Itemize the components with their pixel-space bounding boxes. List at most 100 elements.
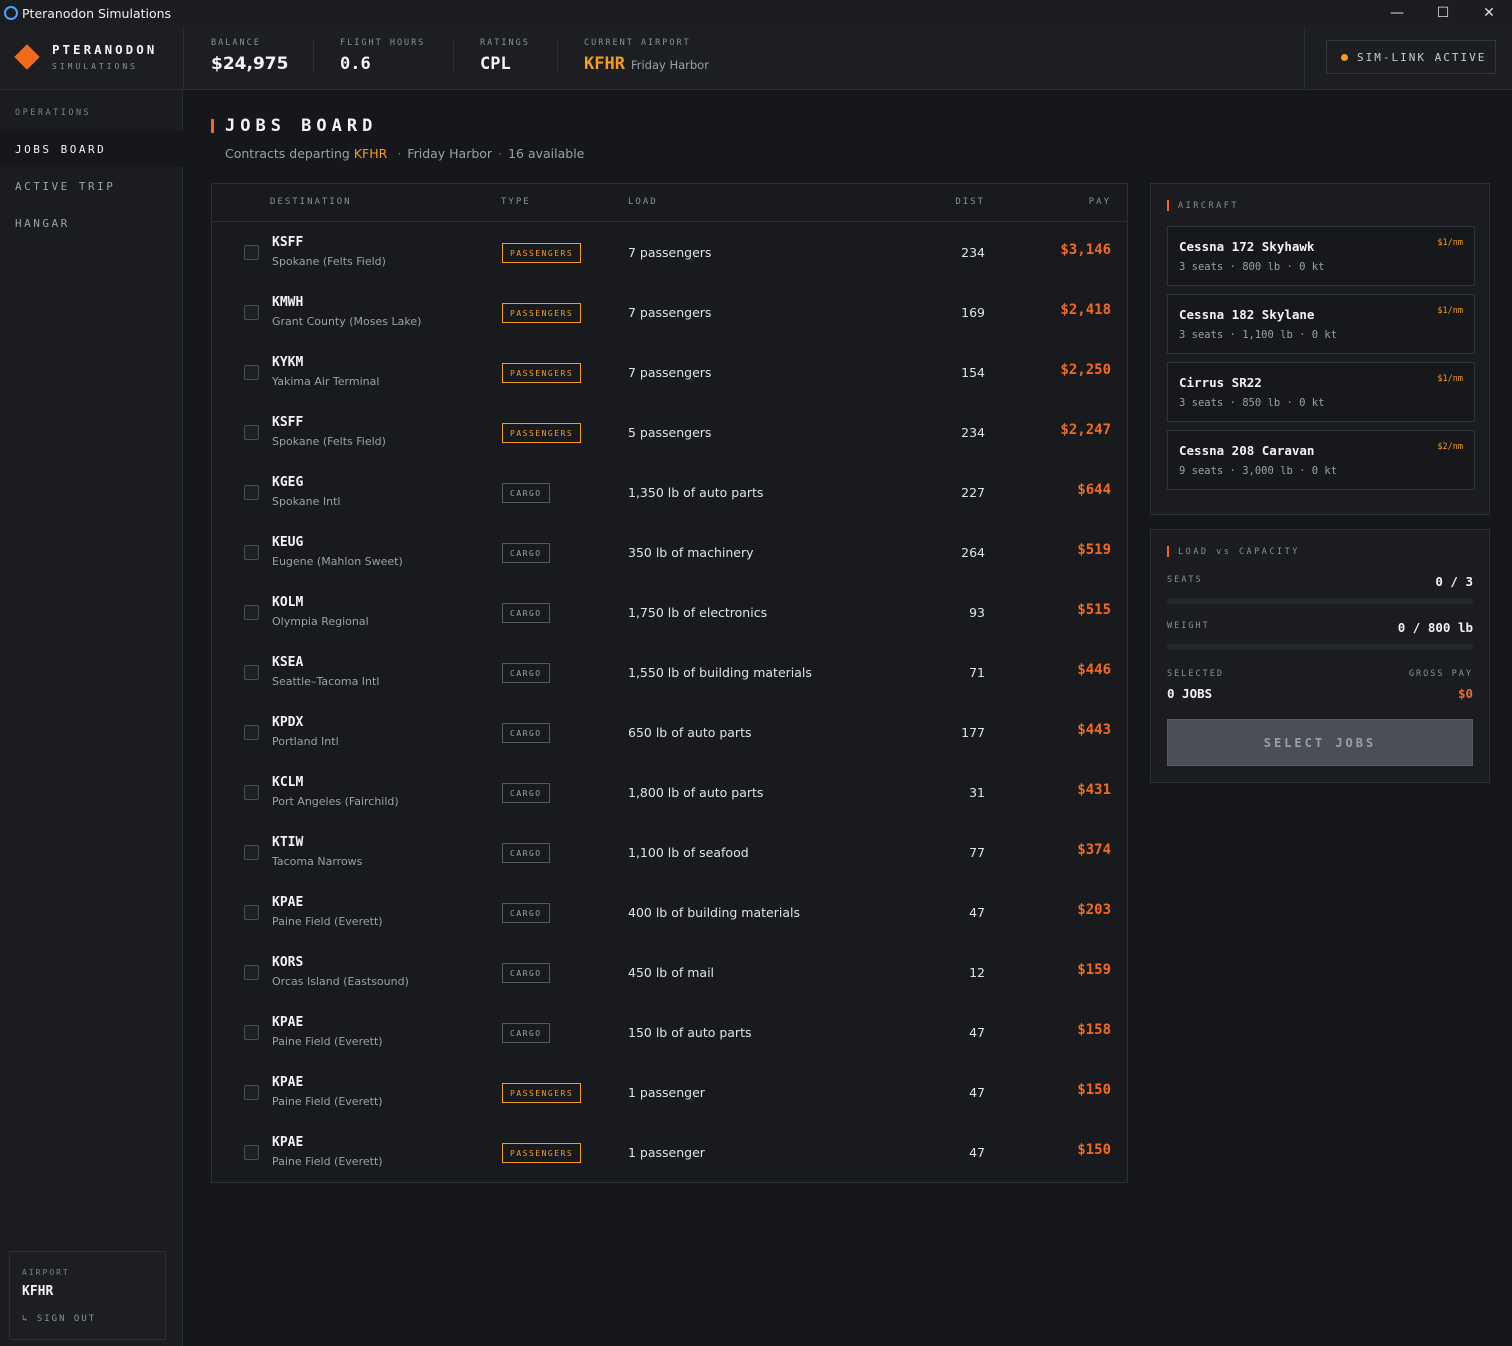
divider — [557, 40, 558, 72]
column-header-pay: PAY — [1088, 197, 1111, 207]
job-checkbox[interactable] — [244, 845, 259, 860]
table-row[interactable]: KSFF Spokane (Felts Field) PASSENGERS 7 pas… — [212, 222, 1127, 282]
brand-sub: SIMULATIONS — [52, 62, 138, 71]
table-row[interactable]: KSFF Spokane (Felts Field) PASSENGERS 5 pas… — [212, 402, 1127, 462]
destination-name: Yakima Air Terminal — [272, 375, 380, 388]
seats-value: 0 / 3 — [1435, 574, 1473, 589]
sidebar-item-hangar[interactable]: HANGAR — [0, 205, 183, 241]
aircraft-rate: $1/nm — [1437, 238, 1463, 248]
divider — [1304, 26, 1305, 90]
destination-code: KORS — [272, 955, 304, 970]
diamond-logo-icon — [14, 44, 40, 70]
destination-name: Spokane Intl — [272, 495, 341, 508]
pay-value: $519 — [1077, 542, 1111, 558]
current-airport-stat: CURRENT AIRPORT KFHR Friday Harbor — [584, 38, 709, 74]
balance-label: BALANCE — [211, 38, 261, 48]
load-description: 150 lb of auto parts — [628, 1025, 752, 1040]
type-badge: CARGO — [502, 483, 550, 503]
distance-value: 47 — [969, 1145, 985, 1160]
job-checkbox[interactable] — [244, 1025, 259, 1040]
distance-value: 227 — [961, 485, 985, 500]
job-checkbox[interactable] — [244, 905, 259, 920]
table-row[interactable]: KPAE Paine Field (Everett) CARGO 150 lb of … — [212, 1002, 1127, 1062]
job-checkbox[interactable] — [244, 665, 259, 680]
sidebar-item-active-trip[interactable]: ACTIVE TRIP — [0, 168, 183, 204]
aircraft-card[interactable]: Cirrus SR22 $1/nm 3 seats · 850 lb · 0 kt — [1167, 362, 1475, 422]
job-checkbox[interactable] — [244, 965, 259, 980]
distance-value: 31 — [969, 785, 985, 800]
table-row[interactable]: KGEG Spokane Intl CARGO 1,350 lb of auto pa… — [212, 462, 1127, 522]
job-checkbox[interactable] — [244, 305, 259, 320]
job-checkbox[interactable] — [244, 725, 259, 740]
type-badge: CARGO — [502, 543, 550, 563]
aircraft-card[interactable]: Cessna 208 Caravan $2/nm 9 seats · 3,000 l… — [1167, 430, 1475, 490]
table-row[interactable]: KPAE Paine Field (Everett) PASSENGERS 1 pas… — [212, 1122, 1127, 1182]
sidebar-item-jobs-board[interactable]: JOBS BOARD — [0, 131, 183, 167]
hours-value: 0.6 — [340, 54, 371, 74]
sidebar-airport-label: AIRPORT — [22, 1268, 70, 1277]
aircraft-title-text: AIRCRAFT — [1178, 200, 1239, 211]
aircraft-card[interactable]: Cessna 182 Skylane $1/nm 3 seats · 1,100 l… — [1167, 294, 1475, 354]
current-airport-value: KFHR Friday Harbor — [584, 54, 709, 74]
select-jobs-button[interactable]: SELECT JOBS — [1167, 719, 1473, 766]
job-checkbox[interactable] — [244, 545, 259, 560]
type-badge: PASSENGERS — [502, 1083, 582, 1103]
job-checkbox[interactable] — [244, 365, 259, 380]
brand-name: PTERANODON — [52, 42, 158, 57]
destination-name: Spokane (Felts Field) — [272, 255, 386, 268]
destination-name: Portland Intl — [272, 735, 339, 748]
pay-value: $2,250 — [1060, 362, 1111, 378]
destination-name: Orcas Island (Eastsound) — [272, 975, 409, 988]
table-row[interactable]: KPAE Paine Field (Everett) PASSENGERS 1 pas… — [212, 1062, 1127, 1122]
table-row[interactable]: KEUG Eugene (Mahlon Sweet) CARGO 350 lb of … — [212, 522, 1127, 582]
aircraft-panel: AIRCRAFT Cessna 172 Skyhawk $1/nm 3 seats … — [1150, 183, 1490, 515]
job-checkbox[interactable] — [244, 245, 259, 260]
maximize-button[interactable]: ☐ — [1420, 0, 1466, 26]
table-row[interactable]: KSEA Seattle–Tacoma Intl CARGO 1,550 lb of … — [212, 642, 1127, 702]
table-row[interactable]: KTIW Tacoma Narrows CARGO 1,100 lb of seafo… — [212, 822, 1127, 882]
job-checkbox[interactable] — [244, 425, 259, 440]
load-description: 400 lb of building materials — [628, 905, 800, 920]
divider — [453, 40, 454, 72]
sidebar-airport-box: AIRPORT KFHR ↳ SIGN OUT — [9, 1251, 166, 1340]
type-badge: CARGO — [502, 903, 550, 923]
sign-out-button[interactable]: ↳ SIGN OUT — [22, 1314, 96, 1324]
close-button[interactable]: ✕ — [1466, 0, 1512, 26]
pay-value: $446 — [1077, 662, 1111, 678]
table-row[interactable]: KPDX Portland Intl CARGO 650 lb of auto par… — [212, 702, 1127, 762]
table-row[interactable]: KMWH Grant County (Moses Lake) PASSENGERS 7… — [212, 282, 1127, 342]
aircraft-panel-title: AIRCRAFT — [1167, 200, 1239, 211]
current-airport-code: KFHR — [584, 54, 625, 74]
sidebar-airport-code: KFHR — [22, 1284, 54, 1299]
job-checkbox[interactable] — [244, 485, 259, 500]
window-title: Pteranodon Simulations — [22, 5, 172, 21]
aircraft-card[interactable]: Cessna 172 Skyhawk $1/nm 3 seats · 800 lb … — [1167, 226, 1475, 286]
load-description: 1 passenger — [628, 1145, 705, 1160]
gross-pay-label: GROSS PAY — [1408, 669, 1473, 679]
aircraft-name: Cessna 208 Caravan — [1179, 443, 1315, 458]
job-checkbox[interactable] — [244, 1145, 259, 1160]
selected-value: 0 JOBS — [1167, 686, 1213, 701]
destination-code: KSFF — [272, 415, 304, 430]
gross-pay-value: $0 — [1457, 686, 1473, 701]
table-row[interactable]: KPAE Paine Field (Everett) CARGO 400 lb of … — [212, 882, 1127, 942]
load-description: 7 passengers — [628, 305, 712, 320]
distance-value: 47 — [969, 1085, 985, 1100]
type-badge: PASSENGERS — [502, 1143, 582, 1163]
type-badge: PASSENGERS — [502, 243, 582, 263]
table-row[interactable]: KYKM Yakima Air Terminal PASSENGERS 7 passe… — [212, 342, 1127, 402]
pay-value: $443 — [1077, 722, 1111, 738]
pay-value: $3,146 — [1060, 242, 1111, 258]
destination-name: Grant County (Moses Lake) — [272, 315, 422, 328]
page-title: JOBS BOARD — [211, 116, 377, 136]
table-row[interactable]: KOLM Olympia Regional CARGO 1,750 lb of ele… — [212, 582, 1127, 642]
destination-name: Olympia Regional — [272, 615, 369, 628]
table-row[interactable]: KORS Orcas Island (Eastsound) CARGO 450 lb … — [212, 942, 1127, 1002]
job-checkbox[interactable] — [244, 1085, 259, 1100]
type-badge: PASSENGERS — [502, 363, 582, 383]
job-checkbox[interactable] — [244, 605, 259, 620]
minimize-button[interactable]: — — [1374, 0, 1420, 26]
table-row[interactable]: KCLM Port Angeles (Fairchild) CARGO 1,800 l… — [212, 762, 1127, 822]
job-checkbox[interactable] — [244, 785, 259, 800]
simlink-status[interactable]: SIM-LINK ACTIVE — [1326, 40, 1496, 74]
